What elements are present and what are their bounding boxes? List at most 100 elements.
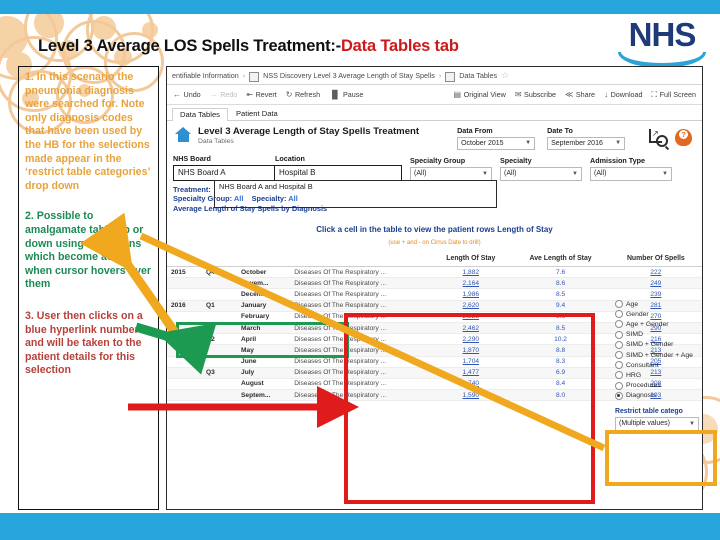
cell-length-of-stay-link[interactable]: 2,328 — [430, 311, 512, 323]
cell-number-of-spells-link[interactable]: 249 — [609, 277, 702, 290]
download-label: Download — [610, 90, 643, 99]
cell-year — [167, 378, 203, 391]
radio-icon — [615, 310, 623, 319]
revert-label: Revert — [255, 90, 277, 99]
breakdown-option-label: Age + Gender — [626, 320, 669, 328]
breadcrumb-item-1[interactable]: NSS Discovery Level 3 Average Length of … — [263, 71, 435, 80]
breadcrumb-item-2[interactable]: Data Tables — [459, 71, 497, 80]
favorite-star-icon[interactable]: ☆ — [501, 70, 509, 81]
redo-button[interactable]: → Redo — [210, 90, 238, 99]
cell-length-of-stay-link[interactable]: 1,704 — [430, 356, 512, 368]
redo-arrow-icon: → — [209, 90, 218, 99]
nhs-board-filter: NHS Board NHS Board A — [173, 154, 275, 181]
cell-length-of-stay-link[interactable]: 2,620 — [430, 300, 512, 312]
specialty-group-select[interactable]: (All) ▼ — [410, 166, 492, 181]
th-quarter[interactable] — [202, 253, 238, 267]
date-to-filter: Date To September 2016 ▼ — [547, 126, 626, 150]
cell-ave-length-of-stay[interactable]: 8.4 — [511, 378, 610, 391]
cell-ave-length-of-stay[interactable]: 8.0 — [511, 389, 610, 402]
cell-length-of-stay-link[interactable]: 1,986 — [430, 288, 512, 301]
breakdown-option-simd-gender-age[interactable]: SIMD + Gender + Age — [615, 350, 699, 360]
view-subtitle: Data Tables — [198, 138, 234, 145]
tab-data-tables[interactable]: Data Tables — [172, 108, 228, 121]
cell-quarter — [202, 344, 238, 357]
specialty-group-label: Specialty Group — [410, 155, 466, 165]
cell-number-of-spells-link[interactable]: 222 — [609, 266, 702, 279]
th-length-of-stay[interactable]: Length Of Stay — [430, 253, 512, 267]
fullscreen-label: Full Screen — [659, 90, 696, 99]
download-button[interactable]: ↓ Download — [604, 90, 642, 99]
view-header: Level 3 Average Length of Stay Spells Tr… — [167, 121, 702, 150]
cell-ave-length-of-stay[interactable]: 9.4 — [511, 300, 610, 312]
restrict-select[interactable]: (Multiple values) ▼ — [615, 416, 699, 431]
help-head-icon[interactable]: ? — [675, 129, 692, 147]
cell-length-of-stay-link[interactable]: 1,870 — [430, 344, 512, 357]
table-hint-sub: (use + and - on Cirrus Date to drill) — [388, 240, 481, 246]
breadcrumb-item-0[interactable]: entifiable Information — [172, 71, 239, 80]
cell-length-of-stay-link[interactable]: 1,477 — [430, 367, 512, 379]
th-number-of-spells[interactable]: Number Of Spells — [609, 253, 702, 267]
breakdown-option-age[interactable]: Age — [615, 299, 699, 309]
revert-button[interactable]: ⇤ Revert — [246, 90, 276, 99]
original-view-button[interactable]: ▤ Original View — [454, 90, 506, 99]
breakdown-option-simd-gender[interactable]: SIMD + Gender — [615, 340, 699, 350]
cell-length-of-stay-link[interactable]: 1,590 — [430, 389, 512, 402]
th-diagnosis[interactable] — [290, 253, 431, 267]
cell-ave-length-of-stay[interactable]: 8.5 — [511, 322, 610, 335]
explore-chart-icon[interactable]: ↗ — [649, 128, 670, 150]
undo-button[interactable]: ← Undo — [173, 90, 201, 99]
tab-patient-data[interactable]: Patient Data — [228, 107, 286, 120]
refresh-button[interactable]: ↻ Refresh — [286, 90, 320, 99]
fullscreen-button[interactable]: ⛶ Full Screen — [652, 90, 696, 100]
cell-month: February — [237, 311, 291, 323]
data-from-select[interactable]: October 2015 ▼ — [457, 136, 536, 150]
cell-ave-length-of-stay[interactable]: 7.6 — [511, 266, 610, 279]
sheet-icon — [445, 71, 456, 82]
cell-quarter — [202, 277, 238, 290]
cell-length-of-stay-link[interactable]: 1,740 — [430, 378, 512, 391]
admission-type-label: Admission Type — [590, 155, 645, 165]
cell-diagnosis: Diseases Of The Respiratory ... — [290, 367, 431, 379]
cell-length-of-stay-link[interactable]: 1,882 — [430, 266, 512, 279]
chevron-down-icon: ▼ — [615, 140, 622, 146]
nhs-board-label: NHS Board — [173, 153, 211, 163]
breakdown-option-diagnosis[interactable]: Diagnosis — [615, 391, 699, 401]
cell-length-of-stay-link[interactable]: 2,290 — [430, 333, 512, 346]
breakdown-option-procedures[interactable]: Procedures — [615, 381, 699, 391]
cell-length-of-stay-link[interactable]: 2,164 — [430, 277, 512, 290]
home-icon[interactable] — [175, 127, 192, 142]
breakdown-option-hrg[interactable]: HRG — [615, 370, 699, 380]
admission-type-select[interactable]: (All) ▼ — [590, 166, 672, 181]
cell-year — [167, 311, 203, 323]
th-month[interactable] — [237, 253, 291, 267]
fullscreen-icon: ⛶ — [651, 89, 658, 99]
breakdown-option-consultant[interactable]: Consultant — [615, 360, 699, 370]
breakdown-option-simd[interactable]: SIMD — [615, 330, 699, 340]
breakdown-option-age-gender[interactable]: Age + Gender — [615, 319, 699, 329]
cell-ave-length-of-stay[interactable]: 8.3 — [511, 356, 610, 368]
cell-ave-length-of-stay[interactable]: 8.6 — [511, 311, 610, 323]
data-from-value: October 2015 — [461, 139, 504, 147]
table-row[interactable]: Novem... Diseases Of The Respiratory ... 2… — [167, 277, 702, 290]
th-year[interactable] — [167, 253, 203, 267]
breakdown-option-label: Consultant — [626, 361, 659, 369]
nhs-board-select[interactable]: NHS Board A — [173, 164, 275, 181]
specialty-select[interactable]: (All) ▼ — [500, 166, 582, 181]
cell-ave-length-of-stay[interactable]: 6.9 — [511, 367, 610, 379]
specialty-filter: Specialty (All) ▼ — [500, 156, 582, 181]
cell-ave-length-of-stay[interactable]: 8.6 — [511, 277, 610, 290]
location-select[interactable]: Hospital B — [275, 164, 402, 181]
table-row[interactable]: 2015 Q4 October Diseases Of The Respiratory… — [167, 266, 702, 279]
date-to-select[interactable]: September 2016 ▼ — [547, 136, 626, 150]
cell-length-of-stay-link[interactable]: 2,462 — [430, 322, 512, 335]
cell-ave-length-of-stay[interactable]: 8.5 — [511, 288, 610, 301]
pause-button[interactable]: ▐▌ Pause — [329, 90, 363, 99]
th-ave-length-of-stay[interactable]: Ave Length of Stay — [511, 253, 610, 267]
breakdown-option-label: SIMD + Gender + Age — [626, 351, 693, 359]
breakdown-option-gender[interactable]: Gender — [615, 309, 699, 319]
subscribe-button[interactable]: ✉ Subscribe — [515, 90, 556, 99]
download-icon: ↓ — [604, 90, 609, 99]
cell-ave-length-of-stay[interactable]: 8.8 — [511, 344, 610, 357]
cell-ave-length-of-stay[interactable]: 10.2 — [511, 333, 610, 346]
share-button[interactable]: ≪ Share — [565, 90, 595, 99]
